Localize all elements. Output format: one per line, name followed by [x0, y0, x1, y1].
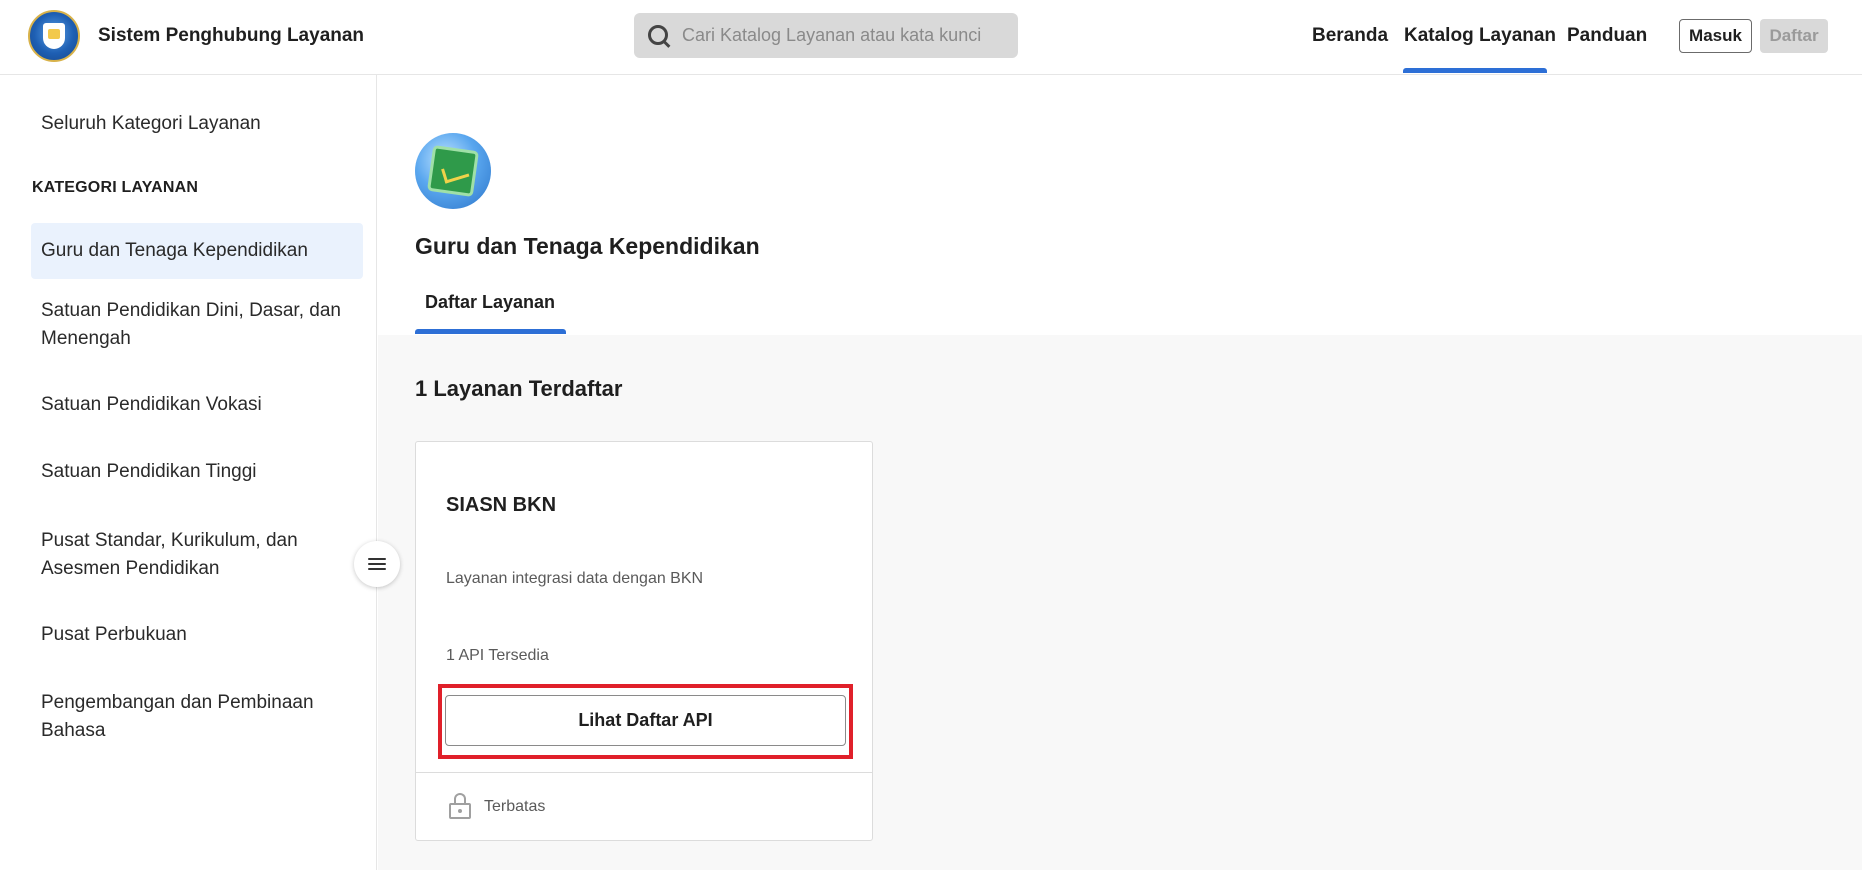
hamburger-icon	[368, 558, 386, 570]
category-header-area	[378, 75, 1862, 335]
sidebar-item-label: Satuan Pendidikan Dini, Dasar, dan Menen…	[41, 300, 341, 349]
top-header: Sistem Penghubung Layanan Beranda Katalo…	[0, 0, 1862, 75]
sidebar-all-categories[interactable]: Seluruh Kategori Layanan	[41, 113, 261, 135]
nav-home[interactable]: Beranda	[1312, 25, 1388, 47]
sidebar-item-satuan-dini[interactable]: Satuan Pendidikan Dini, Dasar, dan Menen…	[31, 297, 363, 353]
tab-service-list[interactable]: Daftar Layanan	[425, 292, 555, 313]
tab-active-indicator	[415, 329, 566, 334]
sidebar-item-label: Guru dan Tenaga Kependidikan	[41, 240, 308, 261]
service-card: SIASN BKN Layanan integrasi data dengan …	[415, 441, 873, 841]
sidebar-item-tinggi[interactable]: Satuan Pendidikan Tinggi	[31, 458, 363, 486]
register-button[interactable]: Daftar	[1760, 19, 1828, 53]
sidebar-toggle-button[interactable]	[354, 541, 400, 587]
nav-guide[interactable]: Panduan	[1567, 25, 1647, 47]
nav-catalog[interactable]: Katalog Layanan	[1404, 25, 1556, 47]
service-count: 1 Layanan Terdaftar	[415, 376, 623, 401]
sidebar-item-label: Satuan Pendidikan Tinggi	[41, 461, 257, 482]
sidebar-heading: KATEGORI LAYANAN	[32, 179, 199, 196]
service-description: Layanan integrasi data dengan BKN	[446, 570, 704, 587]
login-button[interactable]: Masuk	[1679, 19, 1752, 53]
nav-active-indicator	[1403, 68, 1547, 73]
card-footer: Terbatas	[416, 772, 872, 840]
search-input[interactable]	[682, 25, 1002, 46]
sidebar-item-label: Satuan Pendidikan Vokasi	[41, 394, 262, 415]
category-title: Guru dan Tenaga Kependidikan	[415, 233, 760, 259]
sidebar-item-label: Pusat Standar, Kurikulum, dan Asesmen Pe…	[41, 530, 298, 579]
sidebar-item-label: Pusat Perbukuan	[41, 624, 187, 645]
category-sidebar: Seluruh Kategori Layanan KATEGORI LAYANA…	[0, 75, 377, 870]
category-icon	[415, 133, 491, 209]
logo-icon[interactable]	[28, 10, 80, 62]
sidebar-item-vokasi[interactable]: Satuan Pendidikan Vokasi	[31, 391, 363, 419]
sidebar-item-bahasa[interactable]: Pengembangan dan Pembinaan Bahasa	[31, 689, 331, 745]
service-name: SIASN BKN	[446, 494, 557, 516]
sidebar-item-kurikulum[interactable]: Pusat Standar, Kurikulum, dan Asesmen Pe…	[31, 527, 331, 583]
sidebar-item-perbukuan[interactable]: Pusat Perbukuan	[31, 621, 363, 649]
api-count: 1 API Tersedia	[446, 647, 549, 664]
search-bar[interactable]	[634, 13, 1018, 58]
search-icon	[646, 23, 672, 49]
sidebar-item-label: Pengembangan dan Pembinaan Bahasa	[41, 692, 314, 741]
access-status: Terbatas	[484, 798, 546, 815]
sidebar-item-guru[interactable]: Guru dan Tenaga Kependidikan	[31, 223, 363, 279]
view-api-list-button[interactable]: Lihat Daftar API	[445, 695, 846, 746]
app-title[interactable]: Sistem Penghubung Layanan	[98, 25, 364, 47]
lock-icon	[449, 793, 471, 819]
